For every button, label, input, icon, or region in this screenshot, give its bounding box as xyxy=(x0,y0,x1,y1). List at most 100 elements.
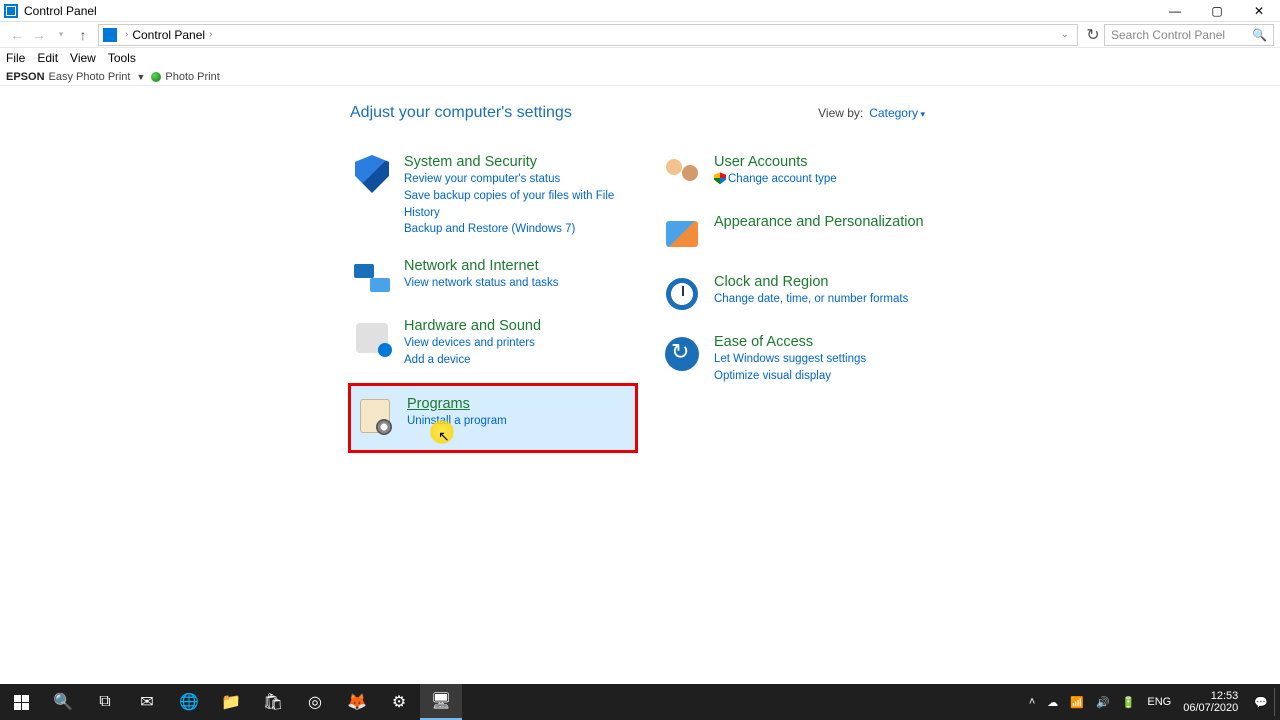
address-dropdown-icon[interactable]: ⌄ xyxy=(1061,29,1069,40)
epson-dropdown-icon[interactable]: ▼ xyxy=(136,72,145,82)
search-icon: 🔍 xyxy=(1252,28,1267,42)
chevron-icon: › xyxy=(125,29,128,40)
category-title[interactable]: Clock and Region xyxy=(714,274,908,291)
viewby-dropdown[interactable]: Category xyxy=(869,106,925,120)
content-header: Adjust your computer's settings View by:… xyxy=(350,104,925,122)
forward-button[interactable]: → xyxy=(28,24,50,46)
epson-brand: EPSON xyxy=(6,71,45,83)
link-change-account-type[interactable]: Change account type xyxy=(714,171,837,188)
category-user-accounts[interactable]: User Accounts Change account type xyxy=(658,150,948,198)
address-icon xyxy=(103,28,117,42)
tray-overflow-icon[interactable]: ˄ xyxy=(1029,696,1035,708)
taskbar-chrome-icon[interactable]: ◎ xyxy=(294,684,336,720)
appearance-icon xyxy=(662,214,702,254)
breadcrumb[interactable]: Control Panel xyxy=(132,28,205,42)
clock-icon xyxy=(662,274,702,314)
epson-toolbar: EPSON Easy Photo Print ▼ Photo Print xyxy=(0,68,1280,86)
category-title[interactable]: Appearance and Personalization xyxy=(714,214,924,231)
address-bar[interactable]: › Control Panel › ⌄ xyxy=(98,24,1078,46)
link-windows-suggest[interactable]: Let Windows suggest settings xyxy=(714,351,866,368)
shield-icon xyxy=(352,154,392,194)
link-network-status[interactable]: View network status and tasks xyxy=(404,275,558,292)
search-placeholder: Search Control Panel xyxy=(1111,28,1225,42)
menu-file[interactable]: File xyxy=(6,51,25,65)
taskbar-mail-icon[interactable]: ✉ xyxy=(126,684,168,720)
category-title[interactable]: Ease of Access xyxy=(714,334,866,351)
epson-status-icon xyxy=(151,72,161,82)
tray-volume-icon[interactable]: 🔊 xyxy=(1096,696,1110,709)
tray-onedrive-icon[interactable]: ☁ xyxy=(1047,696,1058,709)
ease-of-access-icon xyxy=(662,334,702,374)
viewby-label: View by: xyxy=(818,106,863,120)
taskbar-edge-icon[interactable]: 🌐 xyxy=(168,684,210,720)
programs-icon xyxy=(355,396,395,436)
up-button[interactable]: ↑ xyxy=(72,24,94,46)
menu-bar: File Edit View Tools xyxy=(0,48,1280,68)
control-panel-icon xyxy=(4,4,18,18)
taskbar-firefox-icon[interactable]: 🦊 xyxy=(336,684,378,720)
right-column: User Accounts Change account type Appear… xyxy=(658,150,948,465)
tray-network-icon[interactable]: 📶 xyxy=(1070,696,1084,709)
tray-time: 12:53 xyxy=(1183,690,1238,702)
main-content: Adjust your computer's settings View by:… xyxy=(0,86,1280,465)
menu-view[interactable]: View xyxy=(70,51,96,65)
category-system-security[interactable]: System and Security Review your computer… xyxy=(348,150,638,242)
category-ease-of-access[interactable]: Ease of Access Let Windows suggest setti… xyxy=(658,330,948,389)
taskbar-store-icon[interactable]: 🛍 xyxy=(252,684,294,720)
category-title[interactable]: System and Security xyxy=(404,154,634,171)
tray-clock[interactable]: 12:53 06/07/2020 xyxy=(1183,690,1238,714)
link-file-history[interactable]: Save backup copies of your files with Fi… xyxy=(404,188,634,221)
taskbar: 🔍 ⧉ ✉ 🌐 📁 🛍 ◎ 🦊 ⚙ 🖥 ˄ ☁ 📶 🔊 🔋 ENG 12:53 … xyxy=(0,684,1280,720)
recent-dropdown[interactable]: ▾ xyxy=(50,24,72,46)
refresh-button[interactable]: ↻ xyxy=(1082,25,1104,45)
taskbar-control-panel-icon[interactable]: 🖥 xyxy=(420,684,462,720)
category-title[interactable]: Hardware and Sound xyxy=(404,318,541,335)
search-input[interactable]: Search Control Panel 🔍 xyxy=(1104,24,1274,46)
tray-battery-icon[interactable]: 🔋 xyxy=(1122,696,1136,709)
window-title: Control Panel xyxy=(24,4,1154,18)
link-add-device[interactable]: Add a device xyxy=(404,352,541,369)
link-uninstall-program[interactable]: Uninstall a program xyxy=(407,413,507,430)
system-tray: ˄ ☁ 📶 🔊 🔋 ENG 12:53 06/07/2020 💬 xyxy=(1023,684,1280,720)
tray-date: 06/07/2020 xyxy=(1183,702,1238,714)
category-clock-region[interactable]: Clock and Region Change date, time, or n… xyxy=(658,270,948,318)
task-view-button[interactable]: ⧉ xyxy=(84,684,126,720)
epson-photo-print[interactable]: Photo Print xyxy=(165,71,219,83)
menu-edit[interactable]: Edit xyxy=(37,51,58,65)
category-title[interactable]: User Accounts xyxy=(714,154,837,171)
uac-shield-icon xyxy=(714,172,726,184)
tray-language[interactable]: ENG xyxy=(1147,696,1171,708)
link-review-status[interactable]: Review your computer's status xyxy=(404,171,634,188)
epson-easy-photo-print[interactable]: Easy Photo Print xyxy=(49,71,131,83)
show-desktop-button[interactable] xyxy=(1274,688,1280,716)
minimize-button[interactable]: — xyxy=(1154,0,1196,21)
windows-logo-icon xyxy=(14,695,29,710)
start-button[interactable] xyxy=(0,684,42,720)
close-button[interactable]: ✕ xyxy=(1238,0,1280,21)
chevron-icon: › xyxy=(209,29,212,40)
category-network-internet[interactable]: Network and Internet View network status… xyxy=(348,254,638,302)
link-backup-restore[interactable]: Backup and Restore (Windows 7) xyxy=(404,221,634,238)
menu-tools[interactable]: Tools xyxy=(108,51,136,65)
tray-notifications-icon[interactable]: 💬 xyxy=(1254,696,1268,709)
category-programs[interactable]: Programs Uninstall a program xyxy=(348,383,638,453)
taskbar-explorer-icon[interactable]: 📁 xyxy=(210,684,252,720)
titlebar: Control Panel — ▢ ✕ xyxy=(0,0,1280,22)
category-title[interactable]: Network and Internet xyxy=(404,258,558,275)
search-button[interactable]: 🔍 xyxy=(42,684,84,720)
address-bar-row: ← → ▾ ↑ › Control Panel › ⌄ ↻ Search Con… xyxy=(0,22,1280,48)
left-column: System and Security Review your computer… xyxy=(348,150,638,465)
maximize-button[interactable]: ▢ xyxy=(1196,0,1238,21)
link-devices-printers[interactable]: View devices and printers xyxy=(404,335,541,352)
back-button[interactable]: ← xyxy=(6,24,28,46)
category-hardware-sound[interactable]: Hardware and Sound View devices and prin… xyxy=(348,314,638,373)
link-change-date-time[interactable]: Change date, time, or number formats xyxy=(714,291,908,308)
category-title[interactable]: Programs xyxy=(407,396,507,413)
users-icon xyxy=(662,154,702,194)
link-optimize-visual[interactable]: Optimize visual display xyxy=(714,368,866,385)
printer-icon xyxy=(352,318,392,358)
taskbar-settings-icon[interactable]: ⚙ xyxy=(378,684,420,720)
category-appearance-personalization[interactable]: Appearance and Personalization xyxy=(658,210,948,258)
category-columns: System and Security Review your computer… xyxy=(348,150,1280,465)
page-heading: Adjust your computer's settings xyxy=(350,104,818,122)
